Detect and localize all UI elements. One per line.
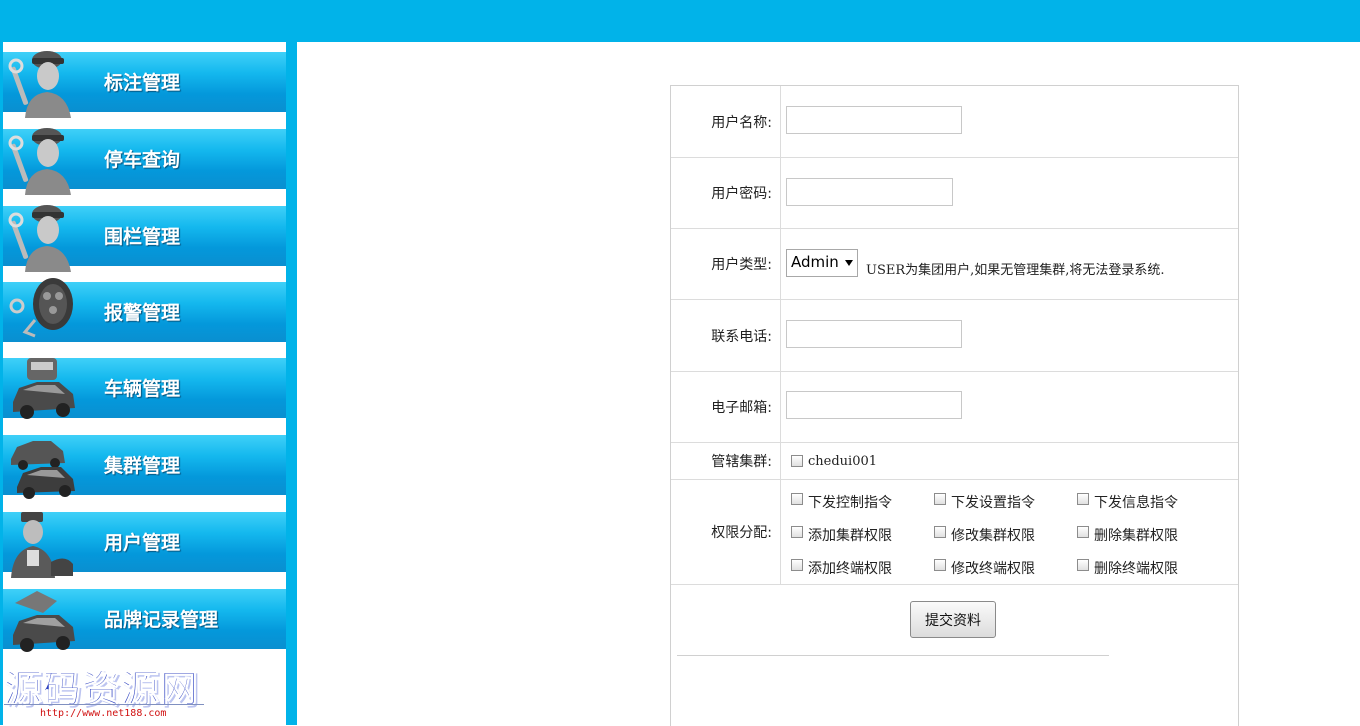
mechanic-icon: [8, 51, 71, 118]
sidebar-item-label: 报警管理: [104, 302, 181, 324]
sidebar-item-mark-management[interactable]: 标注管理: [3, 51, 286, 118]
user-type-label: 用户类型:: [671, 229, 781, 299]
perm-label: 删除终端权限: [1094, 561, 1178, 577]
cluster-label: 管辖集群:: [671, 443, 781, 479]
user-type-hint: USER为集团用户,如果无管理集群,将无法登录系统.: [866, 263, 1165, 278]
cars-icon: [11, 441, 75, 499]
phone-label: 联系电话:: [671, 300, 781, 371]
sidebar-item-label: 车辆管理: [104, 378, 181, 400]
perm-checkbox-send-settings[interactable]: [934, 493, 946, 505]
user-type-selected: Admin: [791, 253, 839, 271]
user-type-select[interactable]: Admin: [786, 249, 858, 277]
cluster-row: 管辖集群: chedui001: [671, 443, 1238, 480]
perm-checkbox-edit-terminal[interactable]: [934, 559, 946, 571]
perm-checkbox-delete-terminal[interactable]: [1077, 559, 1089, 571]
sidebar: 标注管理 停车查询 围栏管理 报警管理 车辆管理 集群管理 用户管理 品牌记录管…: [0, 42, 297, 725]
mechanic-icon: [8, 205, 71, 272]
divider: [677, 655, 1109, 656]
phone-row: 联系电话:: [671, 300, 1238, 372]
car-icon: [13, 358, 75, 419]
sidebar-item-vehicle-management[interactable]: 车辆管理: [3, 358, 286, 419]
sidebar-item-label: 用户管理: [104, 532, 181, 554]
perm-checkbox-send-control[interactable]: [791, 493, 803, 505]
perm-label: 添加集群权限: [808, 528, 892, 544]
user-form: 用户名称: 用户密码: 用户类型: Admin USER为集团用户,如果无管理集…: [670, 85, 1239, 726]
watermark-divider: [4, 704, 204, 705]
email-label: 电子邮箱:: [671, 372, 781, 442]
sidebar-item-alarm-management[interactable]: 报警管理: [3, 278, 286, 342]
sidebar-item-parking-query[interactable]: 停车查询: [3, 128, 286, 195]
car-service-icon: [13, 591, 75, 652]
sidebar-item-user-management[interactable]: 用户管理: [3, 512, 286, 578]
perm-checkbox-delete-cluster[interactable]: [1077, 526, 1089, 538]
car-key-icon: [9, 278, 73, 338]
sidebar-item-label: 停车查询: [104, 149, 181, 171]
watermark-url: http://www.net188.com: [40, 708, 167, 719]
perm-checkbox-add-terminal[interactable]: [791, 559, 803, 571]
password-row: 用户密码:: [671, 158, 1238, 229]
permission-label: 权限分配:: [671, 480, 781, 584]
permission-row: 权限分配: 下发控制指令 下发设置指令 下发信息指令 添加集群权限 修改集群权限…: [671, 480, 1238, 585]
phone-input[interactable]: [786, 320, 962, 348]
top-banner: [0, 0, 1360, 42]
sidebar-item-label: 集群管理: [104, 455, 181, 477]
user-icon: [11, 512, 73, 578]
sidebar-item-label: 品牌记录管理: [104, 609, 219, 631]
perm-label: 添加终端权限: [808, 561, 892, 577]
perm-label: 下发信息指令: [1094, 495, 1178, 511]
sidebar-item-label: 围栏管理: [104, 226, 181, 248]
email-input[interactable]: [786, 391, 962, 419]
perm-label: 下发设置指令: [951, 495, 1035, 511]
username-input[interactable]: [786, 106, 962, 134]
sidebar-item-cluster-management[interactable]: 集群管理: [3, 435, 286, 499]
submit-button[interactable]: 提交资料: [910, 601, 996, 638]
submit-area: 提交资料: [671, 585, 1238, 685]
password-label: 用户密码:: [671, 158, 781, 228]
username-label: 用户名称:: [671, 86, 781, 157]
password-input[interactable]: [786, 178, 953, 206]
watermark-logo: 源码资源网 http://www.net188.com: [3, 656, 204, 726]
cluster-checkbox-label: chedui001: [808, 454, 878, 469]
username-row: 用户名称:: [671, 86, 1238, 158]
perm-label: 下发控制指令: [808, 495, 892, 511]
chevron-down-icon: [845, 260, 853, 266]
perm-label: 修改集群权限: [951, 528, 1035, 544]
perm-label: 修改终端权限: [951, 561, 1035, 577]
sidebar-item-fence-management[interactable]: 围栏管理: [3, 205, 286, 272]
sidebar-right-edge: [286, 42, 297, 725]
perm-checkbox-send-info[interactable]: [1077, 493, 1089, 505]
perm-checkbox-edit-cluster[interactable]: [934, 526, 946, 538]
user-type-row: 用户类型: Admin USER为集团用户,如果无管理集群,将无法登录系统.: [671, 229, 1238, 300]
sidebar-item-brand-record-management[interactable]: 品牌记录管理: [3, 589, 286, 652]
email-row: 电子邮箱:: [671, 372, 1238, 443]
perm-checkbox-add-cluster[interactable]: [791, 526, 803, 538]
perm-label: 删除集群权限: [1094, 528, 1178, 544]
mechanic-icon: [8, 128, 71, 195]
sidebar-item-label: 标注管理: [104, 72, 181, 94]
cluster-checkbox-chedui001[interactable]: [791, 455, 803, 467]
